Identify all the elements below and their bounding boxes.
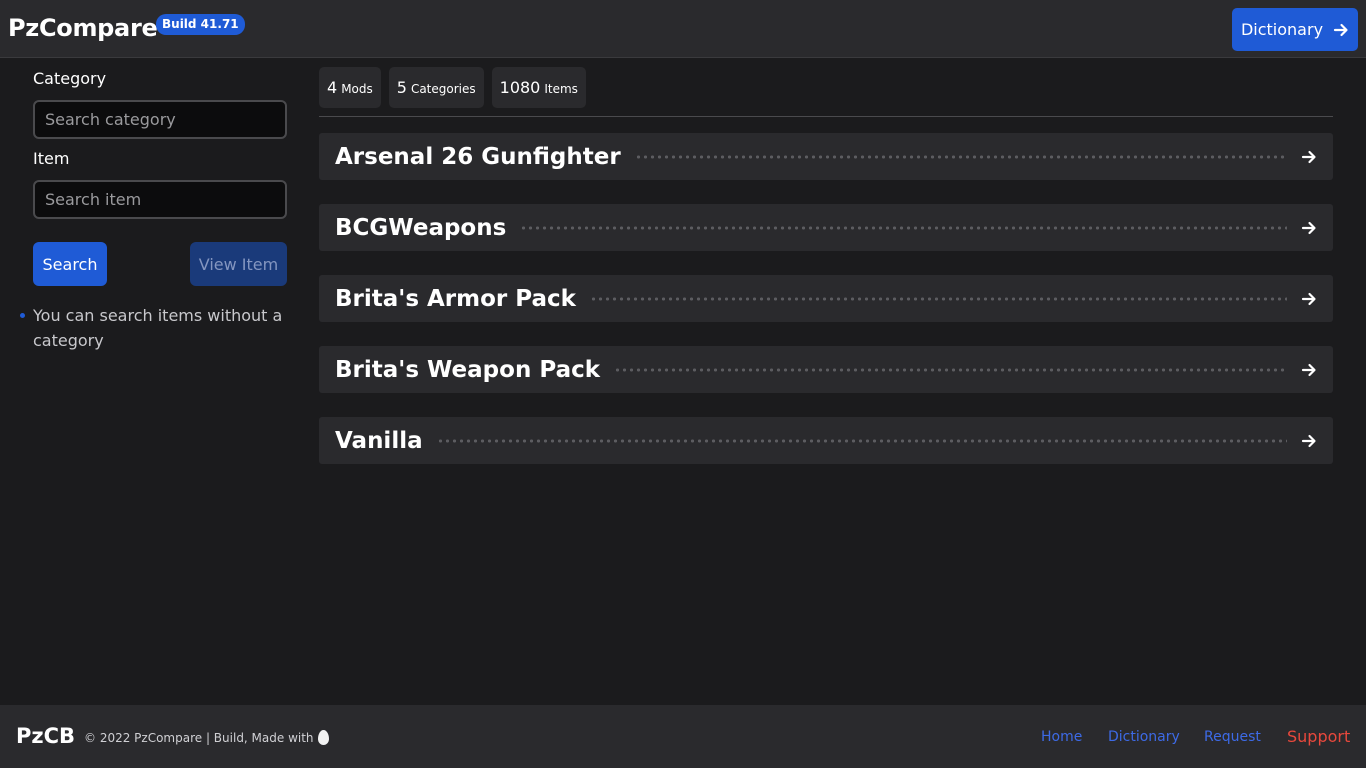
arrow-right-icon [1301,150,1316,163]
item-label: Item [33,149,70,168]
dotted-leader [520,225,1287,230]
build-badge: Build 41.71 [156,14,245,35]
stat-label: Categories [410,82,476,96]
egg-icon [317,730,329,745]
footer-link-request[interactable]: Request [1204,729,1261,745]
tip-item: You can search items without a category [20,303,293,353]
category-label: Category [33,69,107,88]
arrow-right-icon [1301,221,1316,234]
stats-bar: 4 Mods 5 Categories 1080 Items [319,67,586,108]
arrow-right-icon [1333,23,1348,36]
stat-label: Items [544,82,578,96]
footer: PzCB © 2022 PzCompare | Build, Made with… [0,705,1366,768]
top-navbar: PzCompare Build 41.71 Dictionary [0,0,1366,58]
copyright-text: © 2022 PzCompare | Build, Made with [84,730,314,745]
footer-link-dictionary[interactable]: Dictionary [1108,729,1180,745]
mod-name: Arsenal 26 Gunfighter [335,143,621,170]
stat-mods: 4 Mods [319,67,381,108]
mod-row[interactable]: Brita's Weapon Pack [319,346,1333,393]
mod-row[interactable]: Brita's Armor Pack [319,275,1333,322]
mod-row[interactable]: Arsenal 26 Gunfighter [319,133,1333,180]
mod-list: Arsenal 26 Gunfighter BCGWeapons Brita's… [319,133,1333,488]
bullet-icon [20,313,25,318]
mod-row[interactable]: Vanilla [319,417,1333,464]
view-item-button[interactable]: View Item [190,242,287,286]
search-sidebar: Category Item Search View Item You can s… [0,58,300,704]
dotted-leader [436,438,1287,443]
item-search-input[interactable] [33,180,287,219]
mod-name: Vanilla [335,427,423,454]
footer-link-home[interactable]: Home [1041,729,1082,745]
stat-value: 4 [327,78,338,97]
main-content: 4 Mods 5 Categories 1080 Items Arsenal 2… [319,58,1333,704]
stat-items: 1080 Items [491,67,586,108]
mod-name: Brita's Armor Pack [335,285,576,312]
mod-name: BCGWeapons [335,214,507,241]
dotted-leader [634,154,1287,159]
arrow-right-icon [1301,292,1316,305]
search-button[interactable]: Search [33,242,107,286]
tip-text: You can search items without a category [33,306,283,350]
stat-value: 1080 [499,78,541,97]
footer-copyright: © 2022 PzCompare | Build, Made with [84,730,329,745]
dotted-leader [589,296,1287,301]
stat-value: 5 [396,78,407,97]
footer-brand[interactable]: PzCB [16,724,75,748]
mod-row[interactable]: BCGWeapons [319,204,1333,251]
mod-name: Brita's Weapon Pack [335,356,601,383]
arrow-right-icon [1301,434,1316,447]
arrow-right-icon [1301,363,1316,376]
tips-list: You can search items without a category [20,303,293,353]
stat-label: Mods [341,82,373,96]
dictionary-button-label: Dictionary [1240,20,1324,39]
dotted-leader [614,367,1287,372]
divider [319,116,1333,117]
dictionary-button[interactable]: Dictionary [1232,8,1358,51]
category-search-input[interactable] [33,100,287,139]
footer-link-support[interactable]: Support [1287,727,1350,746]
brand-logo[interactable]: PzCompare [8,14,158,42]
stat-categories: 5 Categories [388,67,484,108]
